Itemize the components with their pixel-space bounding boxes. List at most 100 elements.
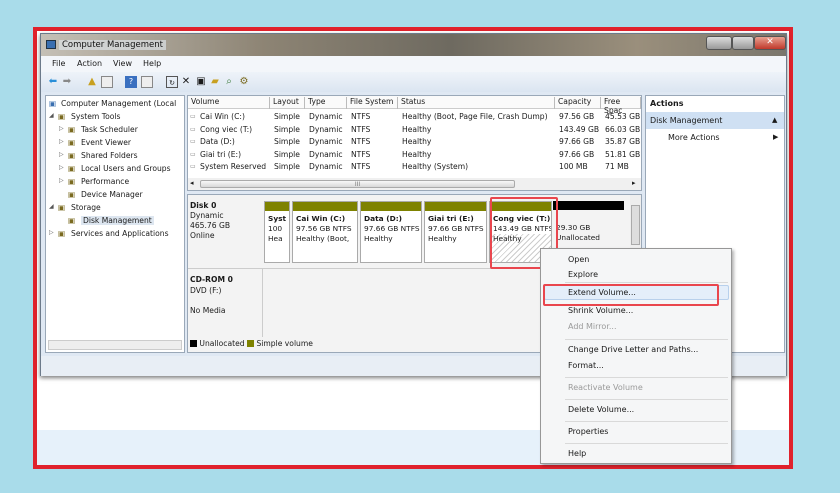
tree-item[interactable]: ▣ Disk Management bbox=[46, 215, 184, 227]
simple-volume-bar bbox=[265, 202, 289, 211]
tree-item[interactable]: ▷ ▣ Shared Folders bbox=[46, 150, 184, 162]
menu-item[interactable]: Format... bbox=[568, 361, 604, 370]
tree-item[interactable]: ▷ ▣ Services and Applications bbox=[46, 228, 184, 240]
close-button[interactable]: ✕ bbox=[754, 36, 786, 50]
column-header[interactable]: Capacity bbox=[555, 97, 601, 109]
menu-item[interactable]: Open bbox=[568, 255, 589, 264]
disk0-label[interactable]: Disk 0 Dynamic 465.76 GB Online bbox=[190, 201, 260, 241]
tree-node-icon: ▣ bbox=[68, 125, 76, 134]
menu-separator bbox=[565, 399, 728, 400]
tree-item[interactable]: ▷ ▣ Local Users and Groups bbox=[46, 163, 184, 175]
more-actions[interactable]: More Actions ▶ bbox=[646, 132, 784, 145]
collapsed-arrow-icon[interactable]: ▷ bbox=[59, 138, 64, 145]
partition[interactable]: Giai tri (E:) 97.66 GB NTFS Healthy bbox=[424, 201, 487, 263]
navigation-tree: ▣ Computer Management (Local ◢ ▣ System Too… bbox=[45, 95, 185, 353]
search-icon[interactable]: ⌕ bbox=[223, 76, 235, 88]
back-icon[interactable]: ⬅ bbox=[47, 76, 59, 88]
show-hide-action-pane-icon[interactable] bbox=[141, 76, 153, 88]
properties-icon[interactable]: ▣ bbox=[195, 76, 207, 88]
context-menu: Open Explore Extend Volume... Shrink Volume… bbox=[540, 248, 732, 464]
window-title: Computer Management bbox=[59, 40, 166, 50]
tree-node-icon: ▣ bbox=[68, 164, 76, 173]
tree-node-icon: ▣ bbox=[68, 177, 76, 186]
cdrom0-status: No Media bbox=[190, 306, 226, 315]
collapsed-arrow-icon[interactable]: ▷ bbox=[49, 229, 54, 236]
delete-icon[interactable]: ✕ bbox=[180, 76, 192, 88]
menu-item[interactable]: Explore bbox=[568, 270, 598, 279]
column-header[interactable]: Volume bbox=[188, 97, 270, 109]
column-header[interactable]: Free Spac bbox=[601, 97, 641, 115]
volume-list-horizontal-scrollbar[interactable]: III ◂ ▸ bbox=[188, 178, 641, 190]
simple-volume-swatch bbox=[247, 340, 255, 347]
menu-file[interactable]: File bbox=[52, 59, 65, 68]
show-hide-tree-icon[interactable] bbox=[101, 76, 113, 88]
menu-separator bbox=[565, 421, 728, 422]
collapsed-arrow-icon[interactable]: ▷ bbox=[59, 177, 64, 184]
actions-section-disk-management[interactable]: Disk Management ▲ bbox=[646, 112, 784, 129]
volume-row[interactable]: ▭ Cai Win (C:) Simple Dynamic NTFS Healthy (B… bbox=[188, 111, 641, 123]
drive-icon: ▭ bbox=[190, 150, 196, 158]
column-header[interactable]: Status bbox=[398, 97, 555, 109]
tree-item[interactable]: ▷ ▣ Task Scheduler bbox=[46, 124, 184, 136]
expanded-arrow-icon[interactable]: ◢ bbox=[49, 112, 54, 119]
menu-item[interactable]: Help bbox=[568, 449, 586, 458]
tree-item[interactable]: ▷ ▣ Performance bbox=[46, 176, 184, 188]
tree-item[interactable]: ▷ ▣ Event Viewer bbox=[46, 137, 184, 149]
settings-icon[interactable]: ⚙ bbox=[238, 76, 250, 88]
help-icon[interactable]: ? bbox=[125, 76, 137, 88]
partition[interactable]: Data (D:) 97.66 GB NTFS Healthy bbox=[360, 201, 422, 263]
scroll-left-icon[interactable]: ◂ bbox=[190, 179, 194, 187]
menu-item[interactable]: Delete Volume... bbox=[568, 405, 634, 414]
menu-item[interactable]: Shrink Volume... bbox=[568, 306, 633, 315]
menu-item: Reactivate Volume bbox=[568, 383, 643, 392]
disk0-status: Online bbox=[190, 231, 215, 240]
menu-item[interactable]: Properties bbox=[568, 427, 608, 436]
menu-separator bbox=[565, 377, 728, 378]
disk0-name: Disk 0 bbox=[190, 201, 217, 210]
disk0-size: 465.76 GB bbox=[190, 221, 231, 230]
partition[interactable]: Cai Win (C:) 97.56 GB NTFS Healthy (Boot, bbox=[292, 201, 358, 263]
menu-action[interactable]: Action bbox=[77, 59, 102, 68]
expanded-arrow-icon[interactable]: ◢ bbox=[49, 203, 54, 210]
tree-item[interactable]: ◢ ▣ Storage bbox=[46, 202, 184, 214]
tree-node-icon: ▣ bbox=[68, 151, 76, 160]
drive-icon: ▭ bbox=[190, 125, 196, 133]
up-folder-icon[interactable]: ▲ bbox=[86, 76, 98, 88]
cdrom0-label[interactable]: CD-ROM 0 DVD (F:) No Media bbox=[190, 274, 260, 316]
tree-item[interactable]: ◢ ▣ System Tools bbox=[46, 111, 184, 123]
volume-row[interactable]: ▭ Cong viec (T:) Simple Dynamic NTFS Healthy 1… bbox=[188, 124, 641, 136]
volume-row[interactable]: ▭ Data (D:) Simple Dynamic NTFS Healthy 97.66 … bbox=[188, 136, 641, 148]
column-header[interactable]: File System bbox=[347, 97, 398, 109]
refresh-icon[interactable]: ↻ bbox=[166, 76, 178, 88]
title-bar[interactable]: Computer Management ✕ bbox=[41, 34, 786, 56]
tree-node-icon: ▣ bbox=[58, 203, 66, 212]
drive-icon: ▭ bbox=[190, 113, 196, 120]
forward-icon[interactable]: ➡ bbox=[61, 76, 73, 88]
minimize-button[interactable] bbox=[706, 36, 732, 50]
tree-horizontal-scrollbar[interactable] bbox=[48, 340, 182, 350]
collapsed-arrow-icon[interactable]: ▷ bbox=[59, 151, 64, 158]
submenu-arrow-icon: ▶ bbox=[773, 133, 779, 141]
menu-help[interactable]: Help bbox=[143, 59, 161, 68]
menu-item: Add Mirror... bbox=[568, 322, 617, 331]
volume-row[interactable]: ▭ Giai tri (E:) Simple Dynamic NTFS Healthy 97… bbox=[188, 149, 641, 161]
tree-node-icon: ▣ bbox=[68, 216, 76, 225]
column-header[interactable]: Layout bbox=[270, 97, 305, 109]
scrollbar-thumb[interactable] bbox=[631, 205, 640, 245]
scrollbar-thumb[interactable]: III bbox=[200, 180, 515, 188]
simple-volume-bar bbox=[361, 202, 421, 211]
partition[interactable]: Syst 100 Hea bbox=[264, 201, 290, 263]
collapsed-arrow-icon[interactable]: ▷ bbox=[59, 164, 64, 171]
open-folder-icon[interactable]: ▰ bbox=[209, 76, 221, 88]
column-header[interactable]: Type bbox=[305, 97, 347, 109]
maximize-button[interactable] bbox=[732, 36, 754, 50]
scroll-right-icon[interactable]: ▸ bbox=[632, 179, 636, 187]
volume-row[interactable]: ▭ System Reserved Simple Dynamic NTFS Healthy… bbox=[188, 161, 641, 173]
collapsed-arrow-icon[interactable]: ▷ bbox=[59, 125, 64, 132]
tree-node-icon: ▣ bbox=[58, 112, 66, 121]
toolbar: ⬅ ➡ ▲ ? ↻ ✕ ▣ ▰ ⌕ ⚙ bbox=[41, 72, 786, 92]
menu-item[interactable]: Change Drive Letter and Paths... bbox=[568, 345, 698, 354]
menu-view[interactable]: View bbox=[113, 59, 132, 68]
collapse-icon[interactable]: ▲ bbox=[772, 116, 777, 124]
tree-item[interactable]: ▣ Device Manager bbox=[46, 189, 184, 201]
